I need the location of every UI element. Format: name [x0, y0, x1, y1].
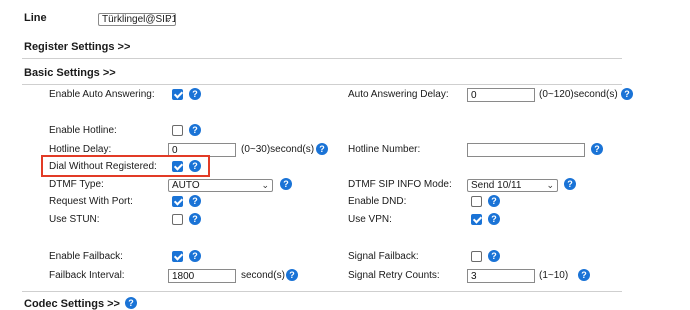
line-label: Line — [24, 12, 47, 24]
help-icon[interactable]: ? — [189, 88, 201, 100]
dial-without-registered-label: Dial Without Registered: — [49, 161, 157, 172]
auto-answering-delay-range: (0~120)second(s) — [539, 89, 618, 100]
divider — [22, 291, 622, 292]
hotline-number-label: Hotline Number: — [348, 144, 421, 155]
dtmf-type-select[interactable]: AUTO ⌄ — [168, 179, 273, 192]
codec-settings-header[interactable]: Codec Settings >> — [24, 298, 120, 310]
register-settings-header[interactable]: Register Settings >> — [24, 41, 130, 53]
help-icon[interactable]: ? — [280, 178, 292, 190]
enable-failback-label: Enable Failback: — [49, 251, 123, 262]
help-icon[interactable]: ? — [488, 213, 500, 225]
chevron-down-icon: ⌄ — [164, 14, 172, 24]
help-icon[interactable]: ? — [564, 178, 576, 190]
help-icon[interactable]: ? — [125, 297, 137, 309]
hotline-delay-label: Hotline Delay: — [49, 144, 112, 155]
hotline-number-input[interactable] — [467, 143, 585, 157]
line-select[interactable]: Türklingel@SIP1 ⌄ — [98, 13, 176, 26]
chevron-down-icon: ⌄ — [261, 180, 269, 190]
use-vpn-checkbox[interactable] — [471, 214, 482, 225]
basic-settings-header[interactable]: Basic Settings >> — [24, 67, 116, 79]
use-stun-checkbox[interactable] — [172, 214, 183, 225]
help-icon[interactable]: ? — [488, 250, 500, 262]
hotline-delay-range: (0~30)second(s) — [241, 144, 315, 155]
help-icon[interactable]: ? — [488, 195, 500, 207]
enable-dnd-checkbox[interactable] — [471, 196, 482, 207]
help-icon[interactable]: ? — [286, 269, 298, 281]
enable-failback-checkbox[interactable] — [172, 251, 183, 262]
auto-answering-delay-label: Auto Answering Delay: — [348, 89, 449, 100]
failback-interval-input[interactable] — [168, 269, 236, 283]
signal-retry-counts-range: (1~10) — [539, 270, 569, 281]
enable-dnd-label: Enable DND: — [348, 196, 407, 207]
failback-interval-unit: second(s) — [241, 270, 285, 281]
signal-retry-counts-input[interactable] — [467, 269, 535, 283]
signal-failback-label: Signal Failback: — [348, 251, 419, 262]
dial-without-registered-checkbox[interactable] — [172, 161, 183, 172]
enable-auto-answering-checkbox[interactable] — [172, 89, 183, 100]
enable-hotline-label: Enable Hotline: — [49, 125, 117, 136]
dtmf-type-label: DTMF Type: — [49, 179, 104, 190]
help-icon[interactable]: ? — [189, 160, 201, 172]
divider — [22, 58, 622, 59]
signal-failback-checkbox[interactable] — [471, 251, 482, 262]
use-stun-label: Use STUN: — [49, 214, 100, 225]
dtmf-sip-info-mode-label: DTMF SIP INFO Mode: — [348, 179, 452, 190]
dtmf-type-value: AUTO — [172, 180, 200, 191]
help-icon[interactable]: ? — [189, 124, 201, 136]
dtmf-sip-info-mode-select[interactable]: Send 10/11 ⌄ — [467, 179, 558, 192]
request-with-port-label: Request With Port: — [49, 196, 133, 207]
divider — [22, 84, 622, 85]
help-icon[interactable]: ? — [189, 250, 201, 262]
help-icon[interactable]: ? — [578, 269, 590, 281]
enable-auto-answering-label: Enable Auto Answering: — [49, 89, 155, 100]
help-icon[interactable]: ? — [316, 143, 328, 155]
signal-retry-counts-label: Signal Retry Counts: — [348, 270, 440, 281]
request-with-port-checkbox[interactable] — [172, 196, 183, 207]
help-icon[interactable]: ? — [591, 143, 603, 155]
help-icon[interactable]: ? — [189, 213, 201, 225]
chevron-down-icon: ⌄ — [546, 180, 554, 190]
failback-interval-label: Failback Interval: — [49, 270, 125, 281]
dtmf-sip-info-mode-value: Send 10/11 — [471, 180, 522, 191]
help-icon[interactable]: ? — [189, 195, 201, 207]
help-icon[interactable]: ? — [621, 88, 633, 100]
use-vpn-label: Use VPN: — [348, 214, 392, 225]
auto-answering-delay-input[interactable] — [467, 88, 535, 102]
enable-hotline-checkbox[interactable] — [172, 125, 183, 136]
